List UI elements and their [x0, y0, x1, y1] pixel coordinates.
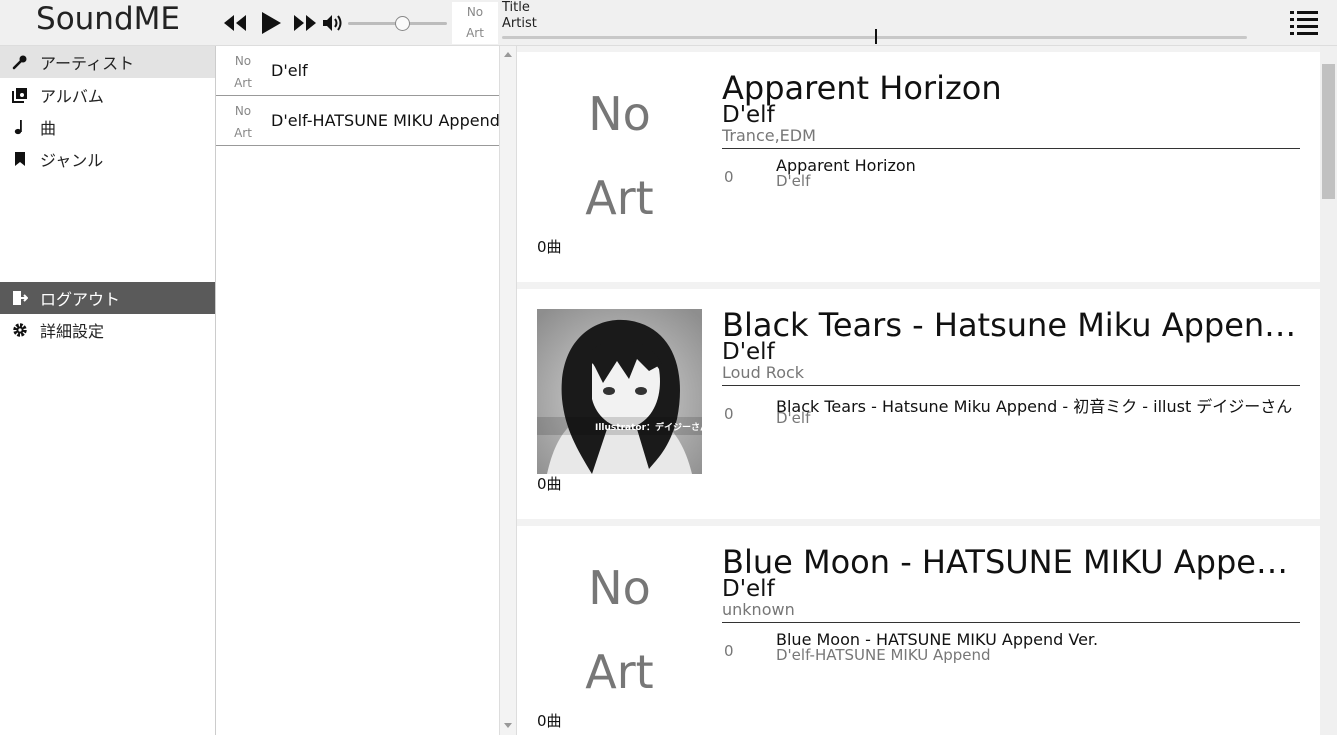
artist-row[interactable]: No Art D'elf	[216, 46, 499, 96]
album-track-count: 0曲	[537, 238, 562, 256]
album-genre: Trance,EDM	[722, 126, 816, 145]
gear-icon	[0, 322, 40, 338]
sidebar-item-songs[interactable]: 曲	[0, 111, 215, 143]
play-button[interactable]	[259, 9, 283, 37]
album-title: Black Tears - Hatsune Miku Append - 初音ミク…	[722, 306, 1300, 344]
menu-list-icon	[1290, 11, 1318, 35]
microphone-icon	[0, 54, 40, 70]
track-number: 0	[724, 405, 734, 423]
album-card[interactable]: No Art 0曲 Blue Moon - HATSUNE MIKU Appen…	[517, 526, 1320, 735]
volume-icon	[323, 15, 342, 31]
artist-row[interactable]: No Art D'elf-HATSUNE MIKU Append	[216, 96, 500, 146]
track-row[interactable]: 0 Black Tears - Hatsune Miku Append - 初音…	[722, 393, 1300, 429]
volume-button[interactable]	[321, 9, 345, 37]
sidebar-item-settings[interactable]: 詳細設定	[0, 314, 215, 346]
logout-icon	[0, 290, 40, 306]
track-number: 0	[724, 642, 734, 660]
list-scrollbar[interactable]	[499, 46, 517, 735]
album-title: Apparent Horizon	[722, 69, 1002, 107]
artist-art-placeholder: No Art	[234, 54, 252, 90]
album-genre: unknown	[722, 600, 795, 619]
album-card[interactable]: No Art 0曲 Apparent Horizon D'elf Trance,…	[517, 52, 1320, 282]
track-artist: D'elf	[776, 172, 811, 190]
album-track-count: 0曲	[537, 712, 562, 730]
album-icon	[0, 87, 40, 103]
artist-name: D'elf-HATSUNE MIKU Append	[271, 111, 500, 130]
sidebar-item-albums[interactable]: アルバム	[0, 79, 215, 111]
scroll-up-arrow[interactable]	[504, 52, 512, 57]
album-card[interactable]: Illustrator：デイジーさん 0曲 Black Tears - Hats…	[517, 289, 1320, 519]
track-row[interactable]: 0 Blue Moon - HATSUNE MIKU Append Ver. D…	[722, 630, 1300, 666]
menu-button[interactable]	[1289, 9, 1319, 37]
app-logo: SoundME	[36, 1, 180, 37]
artist-name: D'elf	[271, 61, 308, 80]
fast-forward-icon	[294, 15, 316, 31]
fast-forward-button[interactable]	[292, 9, 318, 37]
divider	[722, 148, 1300, 149]
track-row[interactable]: 0 Apparent Horizon D'elf	[722, 156, 1300, 192]
track-artist: D'elf-HATSUNE MIKU Append	[776, 646, 991, 664]
album-cover-placeholder: No Art	[585, 561, 654, 699]
play-icon	[262, 12, 281, 34]
track-number: 0	[724, 168, 734, 186]
album-cover-image: Illustrator：デイジーさん	[537, 309, 709, 474]
seek-position-marker[interactable]	[874, 29, 877, 44]
sidebar: アーティスト アルバム 曲 ジャンル ログアウト 詳細設定	[0, 46, 216, 735]
album-artist: D'elf	[722, 339, 775, 365]
cover-illustrator-caption: Illustrator：デイジーさん	[595, 423, 710, 433]
album-artist: D'elf	[722, 102, 775, 128]
artist-art-placeholder: No Art	[234, 104, 252, 140]
rewind-button[interactable]	[222, 9, 248, 37]
album-panel-scrollbar[interactable]	[1320, 46, 1337, 735]
scroll-down-arrow[interactable]	[504, 723, 512, 728]
music-note-icon	[0, 119, 40, 135]
artist-list: No Art D'elf No Art D'elf-HATSUNE MIKU A…	[216, 46, 500, 735]
now-playing-artist: Artist	[502, 16, 537, 31]
now-playing-title: Title	[502, 0, 530, 15]
track-artist: D'elf	[776, 409, 811, 427]
track-title: Black Tears - Hatsune Miku Append - 初音ミク…	[776, 397, 1293, 416]
now-playing-art: No Art	[452, 2, 498, 44]
album-artist: D'elf	[722, 576, 775, 602]
divider	[722, 622, 1300, 623]
sidebar-item-artists[interactable]: アーティスト	[0, 46, 215, 78]
top-bar: SoundME No Art Title Artist	[0, 0, 1337, 46]
album-title: Blue Moon - HATSUNE MIKU Append Ver.	[722, 543, 1300, 581]
album-panel: No Art 0曲 Apparent Horizon D'elf Trance,…	[517, 46, 1320, 735]
album-track-count: 0曲	[537, 475, 562, 493]
divider	[722, 385, 1300, 386]
album-genre: Loud Rock	[722, 363, 805, 382]
sidebar-item-logout[interactable]: ログアウト	[0, 282, 215, 314]
sidebar-item-genres[interactable]: ジャンル	[0, 143, 215, 175]
rewind-icon	[224, 15, 246, 31]
bookmark-icon	[0, 151, 40, 167]
album-cover-placeholder: No Art	[585, 87, 654, 225]
volume-slider-handle[interactable]	[395, 16, 411, 31]
scrollbar-thumb[interactable]	[1322, 64, 1335, 199]
